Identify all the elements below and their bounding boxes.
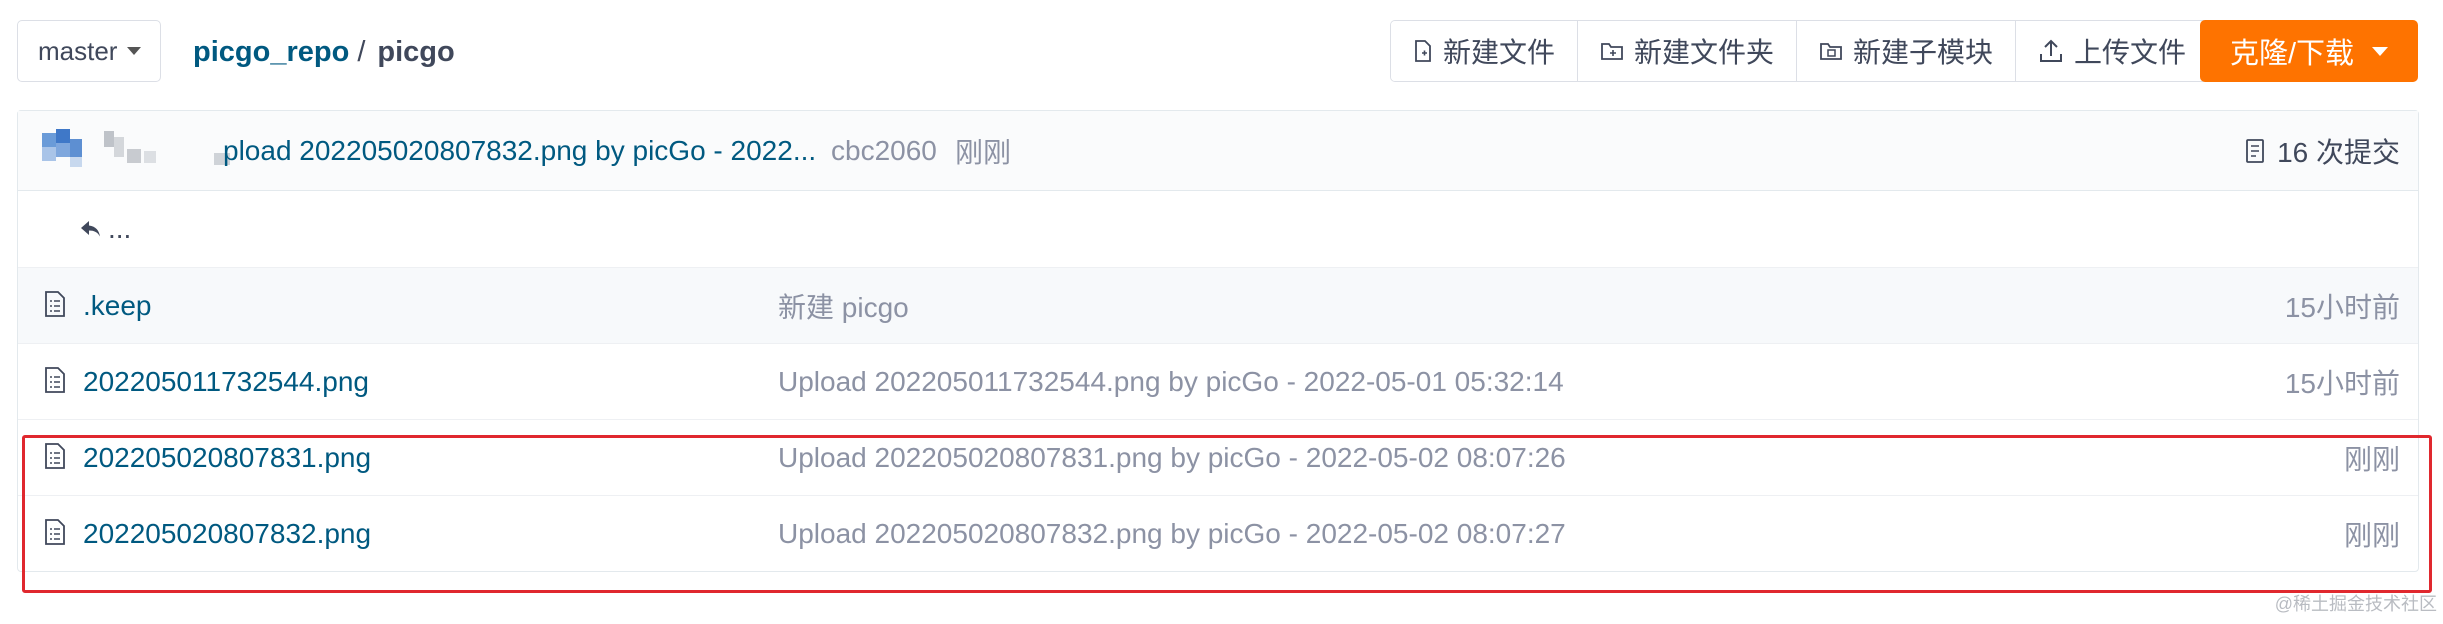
file-actions-group: 新建文件 新建文件夹 新建子模块 上传文件 — [1390, 20, 2210, 82]
clone-download-label: 克隆/下载 — [2229, 38, 2355, 70]
upload-file-label: 上传文件 — [2074, 37, 2187, 68]
chevron-down-icon — [2372, 46, 2389, 56]
new-folder-button[interactable]: 新建文件夹 — [1578, 21, 1798, 81]
new-file-label: 新建文件 — [1443, 37, 1556, 68]
breadcrumb: picgo_repo / picgo — [193, 36, 455, 69]
chevron-down-icon — [127, 47, 142, 55]
file-name-link[interactable]: 202205011732544.png — [83, 366, 369, 398]
upload-icon — [2040, 39, 2063, 62]
file-name-link[interactable]: 202205020807832.png — [83, 518, 371, 550]
file-updated-time: 刚刚 — [2343, 520, 2400, 551]
file-commit-message[interactable]: Upload 202205020807832.png by picGo - 20… — [778, 518, 1566, 550]
file-icon — [45, 291, 65, 317]
commit-count-link[interactable]: 16 次提交 — [2245, 131, 2400, 171]
commit-log-icon — [2246, 138, 2264, 163]
file-row[interactable]: .keep 新建 picgo 15小时前 — [18, 268, 2418, 344]
file-icon — [45, 519, 65, 545]
new-file-button[interactable]: 新建文件 — [1391, 21, 1579, 81]
file-commit-message[interactable]: Upload 202205011732544.png by picGo - 20… — [778, 366, 1564, 398]
file-updated-time: 刚刚 — [2343, 443, 2400, 475]
parent-directory-link[interactable]: ... — [80, 213, 131, 245]
new-submodule-button[interactable]: 新建子模块 — [1797, 21, 2017, 81]
author-avatar — [42, 129, 230, 167]
latest-commit-bar: pload 202205020807832.png by picGo - 202… — [18, 111, 2418, 191]
submodule-folder-icon — [1820, 43, 1842, 60]
file-updated-time: 15小时前 — [2284, 291, 2400, 323]
upload-file-button[interactable]: 上传文件 — [2016, 21, 2209, 81]
commit-time: 刚刚 — [955, 136, 1012, 168]
file-row[interactable]: 202205011732544.png Upload 2022050117325… — [18, 344, 2418, 420]
watermark: @稀土掘金技术社区 — [2274, 594, 2437, 614]
file-commit-message[interactable]: 新建 picgo — [778, 286, 909, 326]
commit-message-link[interactable]: pload 202205020807832.png by picGo - 202… — [223, 135, 816, 167]
clone-download-button[interactable]: 克隆/下载 — [2200, 20, 2418, 82]
new-file-icon — [1415, 40, 1431, 62]
breadcrumb-separator: / — [357, 36, 366, 68]
file-list-panel: pload 202205020807832.png by picGo - 202… — [17, 110, 2419, 572]
parent-directory-row: ... — [18, 191, 2418, 268]
new-submodule-label: 新建子模块 — [1853, 37, 1994, 68]
commit-sha-link[interactable]: cbc2060 — [831, 135, 937, 167]
file-name-link[interactable]: 202205020807831.png — [83, 442, 371, 474]
branch-select[interactable]: master — [17, 20, 161, 82]
file-icon — [45, 367, 65, 393]
file-name-link[interactable]: .keep — [83, 290, 152, 322]
branch-label: master — [38, 35, 118, 66]
file-row[interactable]: 202205020807832.png Upload 2022050208078… — [18, 496, 2418, 572]
file-commit-message[interactable]: Upload 202205020807831.png by picGo - 20… — [778, 442, 1566, 474]
breadcrumb-current: picgo — [377, 36, 455, 68]
new-folder-icon — [1601, 43, 1623, 60]
file-row[interactable]: 202205020807831.png Upload 2022050208078… — [18, 420, 2418, 496]
new-folder-label: 新建文件夹 — [1634, 37, 1775, 68]
file-icon — [45, 443, 65, 469]
breadcrumb-repo-link[interactable]: picgo_repo — [193, 36, 349, 69]
commit-count-label: 16 次提交 — [2277, 136, 2400, 168]
parent-directory-label: ... — [108, 213, 132, 244]
reply-arrow-icon — [81, 221, 100, 237]
file-updated-time: 15小时前 — [2284, 367, 2400, 399]
